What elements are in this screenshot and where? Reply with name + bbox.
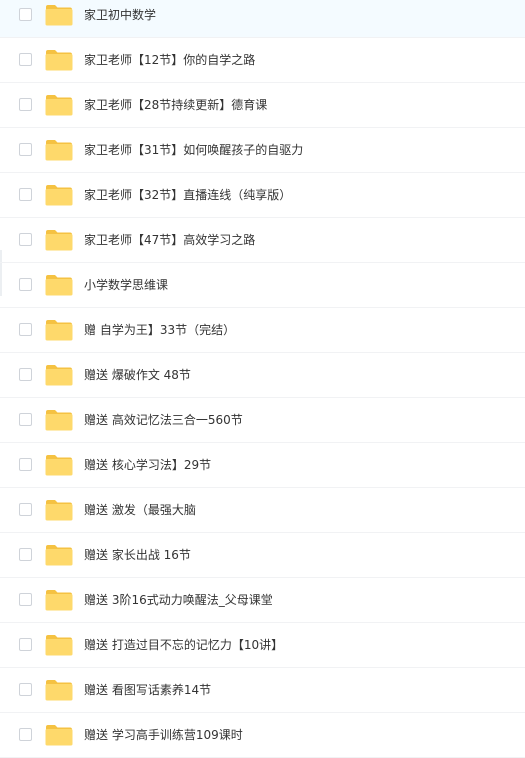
file-list-row[interactable]: 赠 自学为王】33节（完结） bbox=[0, 308, 525, 353]
folder-icon bbox=[45, 364, 73, 386]
row-checkbox[interactable] bbox=[19, 728, 32, 741]
row-checkbox[interactable] bbox=[19, 413, 32, 426]
file-list-row[interactable]: 赠送 看图写话素养14节 bbox=[0, 668, 525, 713]
file-name[interactable]: 赠送 学习高手训练营109课时 bbox=[84, 727, 243, 743]
file-name[interactable]: 家卫老师【47节】高效学习之路 bbox=[84, 232, 255, 248]
file-list-row[interactable]: 赠送 高效记忆法三合一560节 bbox=[0, 398, 525, 443]
row-checkbox[interactable] bbox=[19, 458, 32, 471]
file-list: 家卫初中数学 家卫老师【12节】你的自学之路 家卫老师【28节持续更新】德育课 bbox=[0, 0, 525, 758]
row-checkbox[interactable] bbox=[19, 143, 32, 156]
row-checkbox[interactable] bbox=[19, 503, 32, 516]
folder-icon bbox=[45, 679, 73, 701]
file-list-row[interactable]: 赠送 爆破作文 48节 bbox=[0, 353, 525, 398]
folder-icon bbox=[45, 589, 73, 611]
file-list-row[interactable]: 家卫老师【47节】高效学习之路 bbox=[0, 218, 525, 263]
folder-icon bbox=[45, 49, 73, 71]
row-checkbox[interactable] bbox=[19, 548, 32, 561]
file-name[interactable]: 赠送 激发（最强大脑 bbox=[84, 502, 196, 518]
file-name[interactable]: 赠送 家长出战 16节 bbox=[84, 547, 191, 563]
file-list-row[interactable]: 赠送 打造过目不忘的记忆力【10讲】 bbox=[0, 623, 525, 668]
row-checkbox[interactable] bbox=[19, 593, 32, 606]
file-list-row[interactable]: 家卫初中数学 bbox=[0, 0, 525, 38]
row-checkbox[interactable] bbox=[19, 8, 32, 21]
folder-icon bbox=[45, 4, 73, 26]
file-name[interactable]: 家卫老师【31节】如何唤醒孩子的自驱力 bbox=[84, 142, 303, 158]
file-name[interactable]: 赠送 打造过目不忘的记忆力【10讲】 bbox=[84, 637, 283, 653]
file-name[interactable]: 赠送 核心学习法】29节 bbox=[84, 457, 211, 473]
folder-icon bbox=[45, 319, 73, 341]
file-list-row[interactable]: 家卫老师【31节】如何唤醒孩子的自驱力 bbox=[0, 128, 525, 173]
file-list-row[interactable]: 赠送 3阶16式动力唤醒法_父母课堂 bbox=[0, 578, 525, 623]
file-name[interactable]: 赠 自学为王】33节（完结） bbox=[84, 322, 235, 338]
folder-icon bbox=[45, 184, 73, 206]
file-list-row[interactable]: 赠送 家长出战 16节 bbox=[0, 533, 525, 578]
row-checkbox[interactable] bbox=[19, 278, 32, 291]
file-name[interactable]: 家卫老师【28节持续更新】德育课 bbox=[84, 97, 267, 113]
folder-icon bbox=[45, 634, 73, 656]
folder-icon bbox=[45, 724, 73, 746]
folder-icon bbox=[45, 544, 73, 566]
folder-icon bbox=[45, 229, 73, 251]
row-checkbox[interactable] bbox=[19, 368, 32, 381]
file-list-row[interactable]: 赠送 核心学习法】29节 bbox=[0, 443, 525, 488]
folder-icon bbox=[45, 409, 73, 431]
file-list-row[interactable]: 小学数学思维课 bbox=[0, 263, 525, 308]
row-checkbox[interactable] bbox=[19, 683, 32, 696]
file-name[interactable]: 家卫初中数学 bbox=[84, 7, 156, 23]
folder-icon bbox=[45, 499, 73, 521]
row-checkbox[interactable] bbox=[19, 638, 32, 651]
folder-icon bbox=[45, 139, 73, 161]
file-name[interactable]: 赠送 爆破作文 48节 bbox=[84, 367, 191, 383]
row-checkbox[interactable] bbox=[19, 233, 32, 246]
file-name[interactable]: 赠送 3阶16式动力唤醒法_父母课堂 bbox=[84, 592, 273, 608]
row-checkbox[interactable] bbox=[19, 98, 32, 111]
folder-icon bbox=[45, 274, 73, 296]
file-name[interactable]: 家卫老师【32节】直播连线（纯享版） bbox=[84, 187, 291, 203]
file-name[interactable]: 赠送 高效记忆法三合一560节 bbox=[84, 412, 243, 428]
file-list-row[interactable]: 家卫老师【28节持续更新】德育课 bbox=[0, 83, 525, 128]
file-list-row[interactable]: 家卫老师【12节】你的自学之路 bbox=[0, 38, 525, 83]
file-list-row[interactable]: 赠送 激发（最强大脑 bbox=[0, 488, 525, 533]
row-checkbox[interactable] bbox=[19, 53, 32, 66]
folder-icon bbox=[45, 94, 73, 116]
file-list-row[interactable]: 赠送 学习高手训练营109课时 bbox=[0, 713, 525, 758]
file-name[interactable]: 家卫老师【12节】你的自学之路 bbox=[84, 52, 255, 68]
row-checkbox[interactable] bbox=[19, 323, 32, 336]
file-list-row[interactable]: 家卫老师【32节】直播连线（纯享版） bbox=[0, 173, 525, 218]
file-name[interactable]: 赠送 看图写话素养14节 bbox=[84, 682, 211, 698]
file-name[interactable]: 小学数学思维课 bbox=[84, 277, 168, 293]
folder-icon bbox=[45, 454, 73, 476]
row-checkbox[interactable] bbox=[19, 188, 32, 201]
